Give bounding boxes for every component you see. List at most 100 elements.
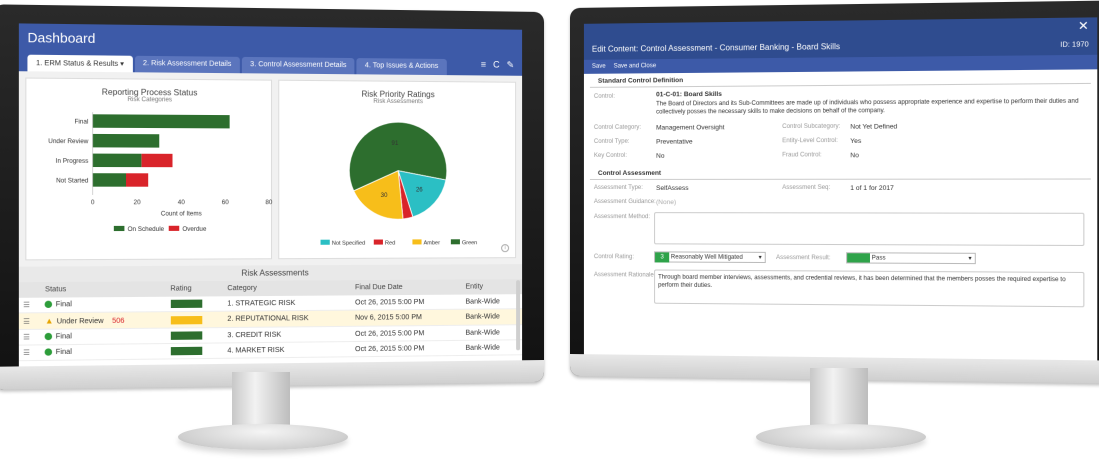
category-cell: 1. STRATEGIC RISK [223,295,351,312]
guidance-row: Assessment Guidance: (None) [584,196,1097,211]
table-scrollbar[interactable] [516,280,521,351]
rationale-row: Assessment Rationale: Through board memb… [584,266,1097,310]
x-tick-label: 80 [265,199,273,206]
category-tick-label: Under Review [48,138,89,145]
reporting-status-panel: Reporting Process Status Risk Categories… [25,77,273,261]
legend-swatch [450,239,460,245]
legend-swatch [168,225,180,231]
type-row: Control Type: Preventative Entity-Level … [584,134,1097,150]
selected-value: Reasonably Well Mitigated [670,254,743,261]
column-header-due-date[interactable]: Final Due Date [350,279,462,296]
caret-down-icon: ▾ [120,60,124,69]
tab-top-issues[interactable]: 4. Top Issues & Actions [356,58,447,76]
tab-risk-assessment-details[interactable]: 2. Risk Assessment Details [134,55,240,74]
column-header-status[interactable]: Status [40,281,167,298]
field-label: Control Subcategory: [782,123,841,131]
due-date-cell: Oct 26, 2015 5:00 PM [350,325,462,342]
status-dot-icon [45,333,53,341]
row-menu-icon[interactable]: ☰ [23,334,30,341]
status-text: Final [55,348,72,357]
right-monitor: ✕ Edit Content: Control Assessment - Con… [570,0,1099,384]
info-icon[interactable]: i [501,244,510,253]
status-text: Final [55,333,72,341]
x-tick-label: 20 [134,199,142,206]
row-menu-icon[interactable]: ☰ [23,318,30,325]
right-stand-base [756,424,926,450]
dashboard-tools: ≡ C ✎ [481,59,514,70]
legend-swatch [373,239,383,245]
row-menu-icon[interactable]: ☰ [23,350,30,357]
tab-control-assessment-details[interactable]: 3. Control Assessment Details [241,56,355,75]
entity-cell: Bank-Wide [461,308,523,326]
bar-segment [92,114,230,129]
assessment-result-select[interactable]: Pass ▾ [846,252,976,265]
field-label: Entity-Level Control: [782,137,838,145]
entity-cell: Bank-Wide [461,294,523,310]
column-header-entity[interactable]: Entity [461,279,523,295]
legend-label: Overdue [182,226,207,233]
refresh-icon[interactable]: C [493,59,500,70]
control-name: 01-C-01: Board Skills [656,90,722,99]
tab-erm-status[interactable]: 1. ERM Status & Results ▾ [27,54,133,73]
legend-swatch [320,239,330,245]
field-label: Assessment Type: [593,184,643,191]
x-tick-label: 40 [178,199,186,206]
due-date-cell: Nov 6, 2015 5:00 PM [350,309,462,327]
rating-bar [170,315,202,324]
control-rating-select[interactable]: 3 Reasonably Well Mitigated ▾ [654,251,766,264]
legend-label: On Schedule [128,226,165,233]
control-type-value: Preventative [656,138,693,146]
field-label: Assessment Seq: [782,184,831,191]
result-color-badge [847,253,870,263]
field-label: Assessment Rationale: [593,272,656,279]
edit-icon[interactable]: ✎ [507,60,515,71]
x-tick-label: 60 [222,199,230,206]
status-text: Under Review [56,317,104,326]
field-label: Control Category: [593,124,642,131]
right-stand-neck [810,368,868,432]
pie-data-label: 91 [391,140,398,147]
status-dot-icon [45,348,53,357]
chart-subtitle: Risk Categories [127,96,173,104]
page-title: Dashboard [27,29,96,47]
bar-segment [141,153,173,168]
bar-segment [126,173,149,187]
field-label: Assessment Method: [593,214,651,221]
row-menu-icon[interactable]: ☰ [23,302,30,309]
risk-assessments-section: Risk Assessments Status Rating Category … [18,264,523,361]
due-date-cell: Oct 26, 2015 5:00 PM [350,294,462,311]
x-axis-label: Count of Items [161,210,202,217]
assessment-type-row: Assessment Type: SelfAssess Assessment S… [584,180,1097,197]
field-label: Control: [593,93,615,100]
category-cell: 2. REPUTATIONAL RISK [223,310,351,328]
dropdown-arrow-icon: ▾ [758,254,762,261]
save-and-close-button[interactable]: Save and Close [614,63,657,69]
category-cell: 3. CREDIT RISK [223,326,351,343]
edit-title: Edit Content: Control Assessment - Consu… [591,42,841,54]
assessment-rationale-input[interactable]: Through board member interviews, assessm… [654,269,1085,308]
risk-priority-chart: 91 26 30 Not Specified Red Amber Green [320,107,477,247]
close-icon[interactable]: ✕ [1078,18,1089,33]
field-label: Control Type: [593,138,630,145]
list-icon[interactable]: ≡ [481,59,486,70]
save-button[interactable]: Save [592,64,606,70]
legend-label: Green [462,240,477,246]
overdue-count: 506 [112,317,125,326]
control-row: Control: 01-C-01: Board Skills The Board… [584,84,1097,122]
assessment-method-input[interactable] [654,212,1085,247]
risk-priority-panel: Risk Priority Ratings Risk Assessments 9… [278,79,517,260]
section-title: Control Assessment [589,164,1091,180]
bar-segment [92,153,142,168]
status-dot-icon [45,301,53,309]
left-stand-base [178,424,348,450]
dashboard-header: Dashboard 1. ERM Status & Results ▾ 2. R… [18,23,523,76]
left-monitor: Dashboard 1. ERM Status & Results ▾ 2. R… [0,4,544,390]
rating-bar [170,299,202,309]
column-header-category[interactable]: Category [223,280,351,297]
edit-screen: ✕ Edit Content: Control Assessment - Con… [583,17,1098,361]
rating-bar [170,346,202,356]
column-header-rating[interactable]: Rating [166,280,224,297]
assessment-type-value: SelfAssess [656,184,689,192]
entity-level-value: Yes [850,137,862,146]
rating-number-badge: 3 [655,252,670,263]
